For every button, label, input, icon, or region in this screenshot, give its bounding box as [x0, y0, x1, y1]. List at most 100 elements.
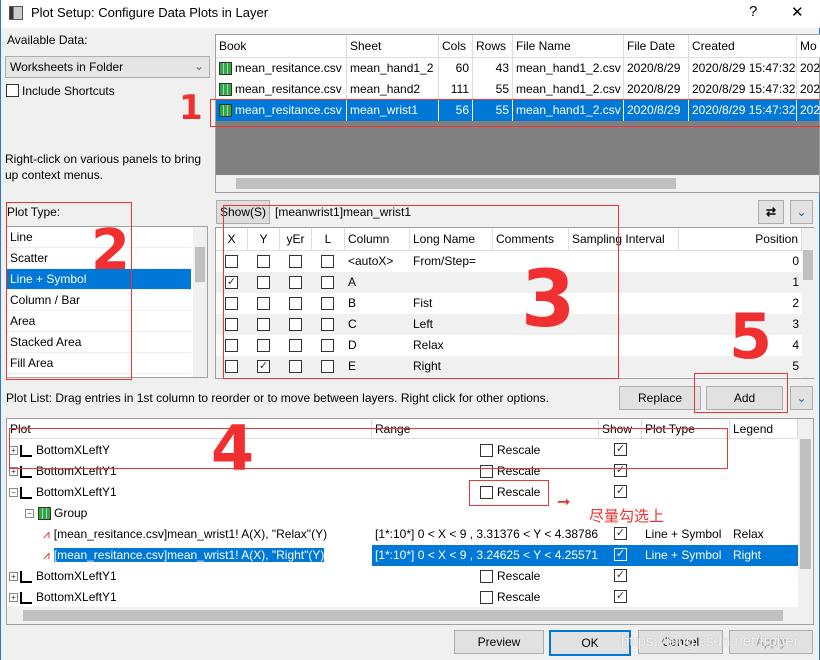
table-cell: 43 [473, 58, 513, 79]
dropdown-value: Worksheets in Folder [10, 60, 124, 74]
show-checkbox[interactable]: ✓ [614, 548, 627, 561]
tree-row[interactable]: + BottomXLeftY1 Rescale ✓ [7, 587, 798, 608]
available-data-label: Available Data: [7, 33, 88, 47]
plot-cell: ⩘ [mean_resitance.csv]mean_wrist1! A(X), … [7, 545, 372, 566]
worksheet-icon [219, 62, 232, 76]
context-hint: Right-click on various panels to bring u… [5, 152, 202, 182]
table-row[interactable]: mean_resitance.csv mean_hand1_2 60 43 mean_h… [216, 58, 820, 79]
column-header[interactable]: Legend [730, 419, 798, 439]
watermark: https://blog.csdn.net/frober [621, 633, 799, 650]
preview-button[interactable]: Preview [454, 630, 544, 654]
cell-text: 2020/8/29 [627, 61, 681, 75]
available-data-dropdown[interactable]: Worksheets in Folder ⌄ [5, 56, 210, 78]
annotation-5: 5 [729, 300, 773, 373]
cell-text: 2020/8/29 15:47:32 [692, 82, 796, 96]
cell-text: 2020/8/29 15:47:32 [692, 61, 796, 75]
table-cell: 2020/8/29 [624, 79, 689, 100]
column-header[interactable]: Position [679, 228, 802, 251]
plot-cell: + BottomXLeftY1 [7, 587, 372, 608]
group-icon [38, 507, 51, 521]
axis-layer-icon [20, 591, 32, 604]
annotation-box-1 [210, 99, 820, 127]
line-plot-icon: ⩘ [43, 527, 50, 541]
column-header[interactable]: Rows [473, 35, 513, 58]
tree-row[interactable]: − BottomXLeftY1 Rescale ✓ [7, 482, 798, 503]
annotation-2: 2 [91, 218, 130, 283]
expand-chevron-icon[interactable]: ⌄ [790, 200, 813, 224]
annotation-4: 4 [211, 412, 255, 485]
rescale-checkbox[interactable] [480, 591, 493, 604]
column-header[interactable]: File Date [624, 35, 689, 58]
plot-label: Group [54, 506, 88, 520]
plot-label: BottomXLeftY1 [36, 485, 117, 499]
show-checkbox[interactable]: ✓ [614, 569, 627, 582]
table-cell: mean_hand1_2.csv [513, 58, 624, 79]
axis-layer-icon [20, 486, 32, 499]
expand-toggle-icon[interactable]: − [9, 488, 18, 498]
scrollbar-thumb[interactable] [23, 610, 783, 621]
position-value: 1 [792, 275, 799, 289]
show-checkbox[interactable]: ✓ [614, 590, 627, 603]
plot-type-cell: Line + Symbol [645, 527, 722, 541]
plot-cell: + BottomXLeftY1 [7, 566, 372, 587]
cell-text: mean_resitance.csv [235, 61, 342, 75]
column-header[interactable]: Sheet [347, 35, 439, 58]
legend-cell: Relax [733, 527, 764, 541]
line-plot-icon: ⩘ [43, 548, 50, 562]
show-checkbox[interactable]: ✓ [614, 527, 627, 540]
scrollbar-thumb[interactable] [195, 247, 205, 282]
swap-icon[interactable]: ⇄ [758, 200, 784, 224]
cell-text: 43 [495, 61, 509, 75]
ok-button[interactable]: OK [549, 630, 631, 656]
plot-list-chevron-icon[interactable]: ⌄ [790, 386, 813, 410]
help-button[interactable]: ? [749, 3, 757, 20]
show-checkbox[interactable]: ✓ [614, 485, 627, 498]
plot-cell: − Group [7, 503, 372, 524]
tree-row[interactable]: − Group [7, 503, 798, 524]
cell-text: 202 [800, 61, 820, 75]
tree-row[interactable]: + BottomXLeftY1 Rescale ✓ [7, 566, 798, 587]
table-cell: 60 [439, 58, 473, 79]
cell-text: mean_resitance.csv [235, 82, 342, 96]
cell-text: 2020/8/29 [627, 82, 681, 96]
replace-button[interactable]: Replace [619, 386, 701, 410]
table-cell: 55 [473, 79, 513, 100]
include-shortcuts-checkbox[interactable] [6, 84, 19, 97]
table-cell: mean_resitance.csv [216, 79, 347, 100]
column-header[interactable]: File Name [513, 35, 624, 58]
scrollbar-thumb[interactable] [236, 178, 676, 189]
expand-toggle-icon[interactable]: + [9, 572, 18, 582]
rescale-label: Rescale [497, 590, 541, 604]
cell-text: mean_hand1_2.csv [516, 82, 621, 96]
chevron-down-icon: ⌄ [193, 59, 204, 73]
scrollbar-thumb[interactable] [803, 250, 813, 280]
range-cell: [1*:10*] 0 < X < 9 , 3.31376 < Y < 4.387… [375, 527, 599, 541]
scrollbar-thumb[interactable] [800, 439, 811, 569]
column-header[interactable]: Cols [439, 35, 473, 58]
plot-label: BottomXLeftY1 [36, 569, 117, 583]
cell-text: 55 [495, 82, 509, 96]
table-cell: 202 [797, 58, 820, 79]
column-header[interactable]: Mo [797, 35, 820, 58]
annotation-note: 尽量勾选上 [589, 507, 665, 525]
column-header[interactable]: Book [216, 35, 347, 58]
plot-label: BottomXLeftY1 [36, 590, 117, 604]
plot-cell: − BottomXLeftY1 [7, 482, 372, 503]
axis-layer-icon [20, 570, 32, 583]
table-cell: mean_hand1_2 [347, 58, 439, 79]
annotation-box-5 [694, 373, 788, 413]
cell-text: 60 [455, 61, 469, 75]
annotation-box-rescale [469, 480, 549, 506]
plot-list-hint: Plot List: Drag entries in 1st column to… [6, 391, 549, 405]
rescale-checkbox[interactable] [480, 570, 493, 583]
column-header[interactable]: Created [689, 35, 797, 58]
table-row[interactable]: mean_resitance.csv mean_hand2 111 55 mean_ha… [216, 79, 820, 100]
tree-row[interactable]: ⩘ [mean_resitance.csv]mean_wrist1! A(X), … [7, 524, 798, 545]
tree-row[interactable]: ⩘ [mean_resitance.csv]mean_wrist1! A(X), … [7, 545, 798, 566]
table-cell: 2020/8/29 15:47:32 [689, 58, 797, 79]
expand-toggle-icon[interactable]: + [9, 593, 18, 603]
annotation-arrow: ➞ [557, 492, 571, 511]
close-button[interactable]: ✕ [791, 3, 804, 21]
expand-toggle-icon[interactable]: − [25, 509, 34, 519]
table-cell: 2020/8/29 15:47:32 [689, 79, 797, 100]
